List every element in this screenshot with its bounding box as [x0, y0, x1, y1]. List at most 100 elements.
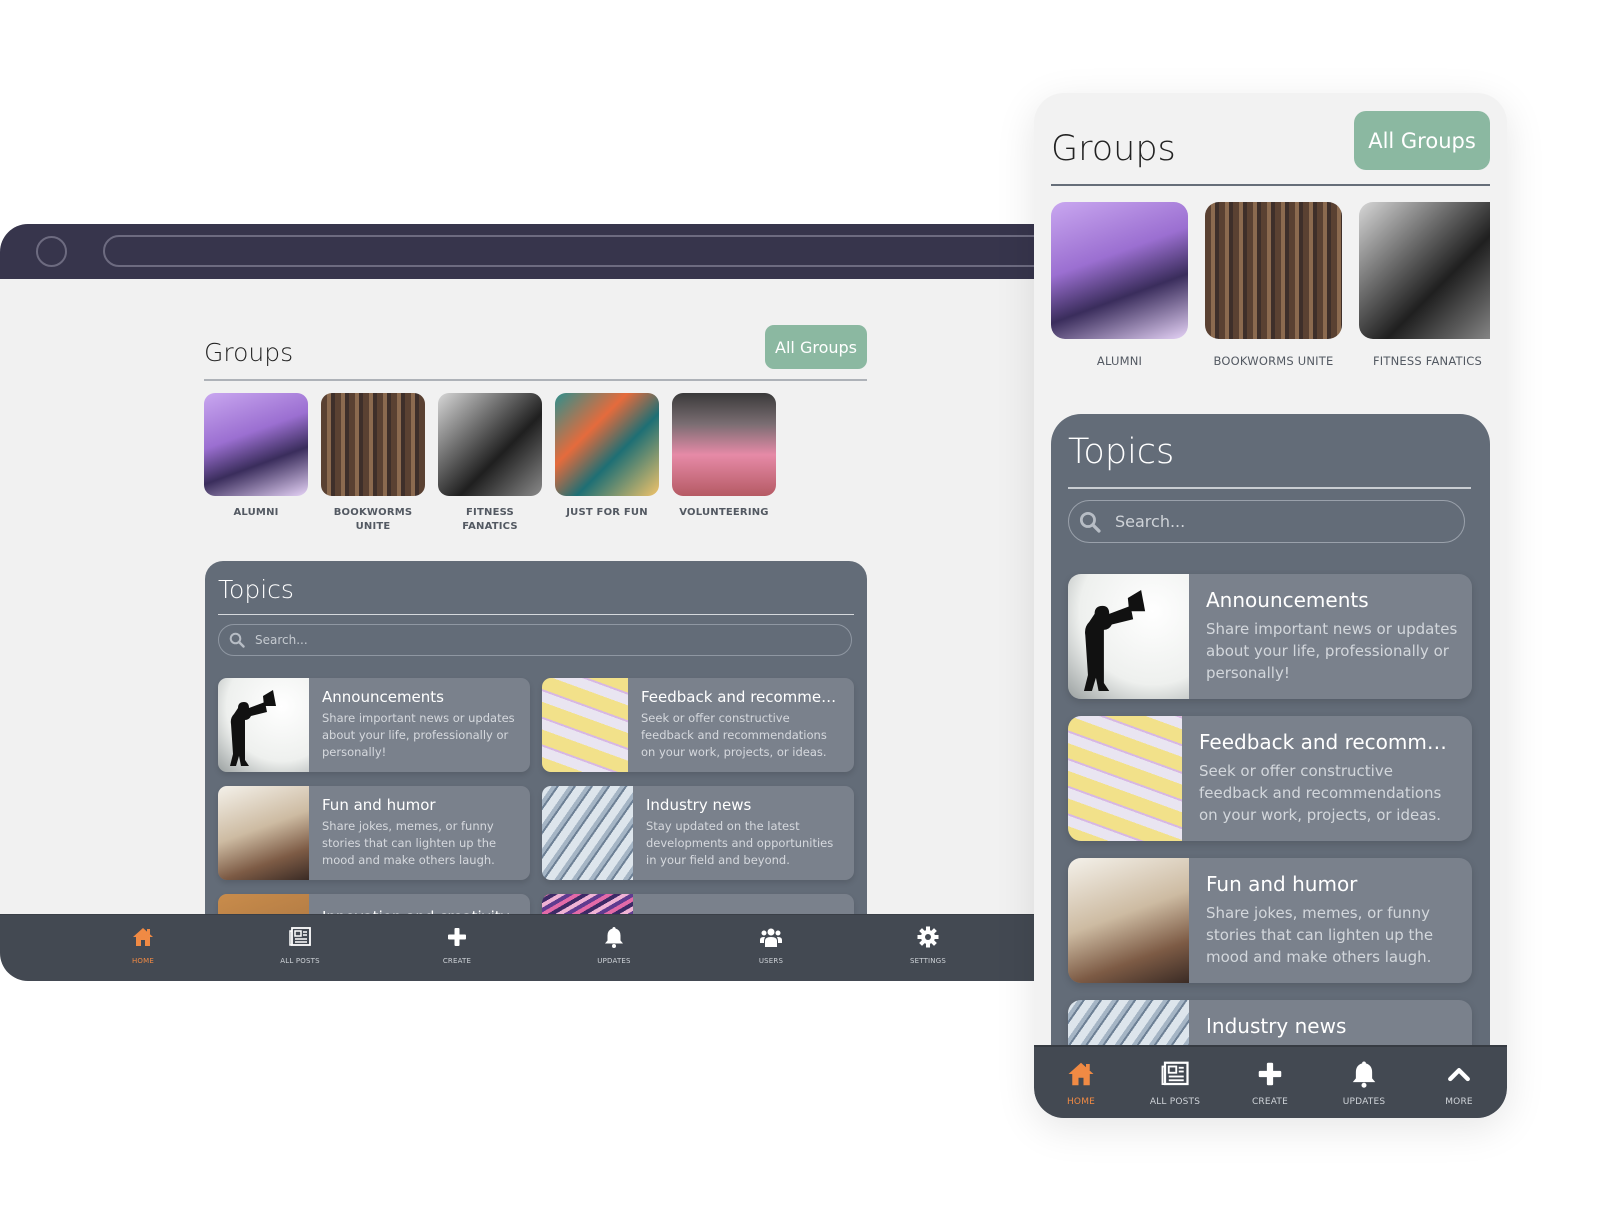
group-item-volunteering[interactable]: VOLUNTEERING — [672, 393, 776, 534]
group-image — [555, 393, 659, 496]
nav-settings[interactable]: SETTINGS — [883, 925, 973, 965]
topic-card-feedback[interactable]: Feedback and recommendations Seek or off… — [1068, 716, 1472, 841]
topic-description: Seek or offer constructive feedback and … — [641, 711, 827, 759]
topic-description: Share important news or updates about yo… — [1206, 620, 1458, 682]
topic-card-feedback[interactable]: Feedback and recommendations Seek or off… — [542, 678, 854, 772]
groups-list: ALUMNI BOOKWORMS UNITE FITNESS FANATICS — [1051, 202, 1490, 368]
group-item-alumni[interactable]: ALUMNI — [204, 393, 308, 534]
home-icon — [1068, 1062, 1094, 1086]
nav-home[interactable]: HOME — [98, 925, 188, 965]
group-label: BOOKWORMS UNITE — [1213, 354, 1334, 368]
groups-divider — [204, 379, 867, 381]
topic-image — [218, 786, 309, 880]
nav-label: HOME — [1066, 1097, 1096, 1107]
browser-button[interactable] — [36, 236, 67, 267]
topics-search-input[interactable] — [255, 633, 815, 647]
megaphone-silhouette-icon — [230, 690, 276, 766]
nav-label: CREATE — [1251, 1097, 1289, 1107]
group-label: FITNESS FANATICS — [462, 507, 518, 532]
groups-list: ALUMNI BOOKWORMS UNITE FITNESS FANATICS … — [204, 393, 776, 534]
group-item-fitness-fanatics[interactable]: FITNESS FANATICS — [1359, 202, 1490, 368]
group-label: JUST FOR FUN — [566, 507, 648, 518]
nav-users[interactable]: USERS — [726, 925, 816, 965]
topic-card-industry-news[interactable]: Industry news Stay updated on the latest… — [542, 786, 854, 880]
all-groups-button[interactable]: All Groups — [1354, 111, 1490, 170]
nav-updates[interactable]: UPDATES — [569, 925, 659, 965]
group-image — [1359, 202, 1490, 339]
groups-divider — [1051, 184, 1490, 186]
mobile-mockup: Groups All Groups ALUMNI BOOKWORMS UNITE… — [1034, 93, 1507, 1118]
topics-search[interactable] — [1068, 500, 1465, 543]
group-item-fitness-fanatics[interactable]: FITNESS FANATICS — [438, 393, 542, 534]
users-icon — [760, 928, 782, 947]
plus-icon — [448, 928, 466, 946]
search-icon — [229, 632, 245, 648]
group-label: ALUMNI — [233, 507, 279, 518]
nav-home[interactable]: HOME — [1036, 1059, 1126, 1107]
topic-image — [542, 678, 628, 772]
nav-create[interactable]: CREATE — [1225, 1059, 1315, 1107]
group-item-just-for-fun[interactable]: JUST FOR FUN — [555, 393, 659, 534]
nav-label: CREATE — [442, 957, 472, 965]
topic-image — [1068, 716, 1182, 841]
group-image — [1051, 202, 1188, 339]
topic-title: Industry news — [1206, 1014, 1347, 1038]
topic-title: Announcements — [1206, 588, 1369, 612]
topic-card-fun-and-humor[interactable]: Fun and humor Share jokes, memes, or fun… — [1068, 858, 1472, 983]
nav-all-posts[interactable]: ALL POSTS — [1130, 1059, 1220, 1107]
topic-image — [1068, 858, 1189, 983]
address-bar[interactable] — [103, 235, 1034, 267]
group-image — [672, 393, 776, 496]
desktop-browser-mockup: Groups All Groups ALUMNI BOOKWORMS UNITE… — [0, 224, 1034, 981]
topics-search[interactable] — [218, 624, 852, 656]
topic-description: Stay updated on the latest developments … — [646, 819, 834, 867]
topic-title: Fun and humor — [322, 796, 436, 814]
group-item-bookworms-unite[interactable]: BOOKWORMS UNITE — [1205, 202, 1342, 368]
topic-title: Industry news — [646, 796, 752, 814]
nav-label: HOME — [131, 957, 155, 965]
topic-card-fun-and-humor[interactable]: Fun and humor Share jokes, memes, or fun… — [218, 786, 530, 880]
topics-search-input[interactable] — [1115, 512, 1435, 531]
browser-toolbar — [0, 224, 1034, 279]
topic-title: Feedback and recommendations — [1199, 730, 1451, 754]
nav-label: ALL POSTS — [280, 957, 320, 965]
group-label: VOLUNTEERING — [679, 507, 769, 518]
topics-heading: Topics — [1068, 432, 1175, 472]
group-image — [321, 393, 425, 496]
nav-label: UPDATES — [597, 957, 631, 965]
topic-description: Share important news or updates about yo… — [322, 711, 515, 759]
nav-label: SETTINGS — [909, 957, 947, 965]
nav-label: ALL POSTS — [1149, 1097, 1201, 1107]
groups-heading: Groups — [1051, 129, 1176, 169]
nav-more[interactable]: MORE — [1414, 1059, 1504, 1107]
topic-description: Seek or offer constructive feedback and … — [1199, 762, 1442, 824]
chevron-up-icon — [1448, 1068, 1470, 1082]
group-item-alumni[interactable]: ALUMNI — [1051, 202, 1188, 368]
search-icon — [1079, 511, 1101, 533]
all-groups-button[interactable]: All Groups — [765, 325, 867, 369]
nav-label: MORE — [1445, 1097, 1473, 1107]
bell-icon — [1352, 1061, 1376, 1088]
topic-card-announcements[interactable]: Announcements Share important news or up… — [1068, 574, 1472, 699]
topic-image — [1068, 574, 1189, 699]
topic-card-announcements[interactable]: Announcements Share important news or up… — [218, 678, 530, 772]
plus-icon — [1258, 1062, 1282, 1086]
groups-heading: Groups — [204, 338, 294, 367]
topic-title: Feedback and recommendations — [641, 688, 839, 706]
newspaper-icon — [1161, 1061, 1189, 1086]
topics-heading: Topics — [218, 575, 294, 604]
group-label: BOOKWORMS UNITE — [333, 507, 413, 532]
topic-description: Share jokes, memes, or funny stories tha… — [1206, 904, 1434, 966]
topic-title: Announcements — [322, 688, 444, 706]
group-label: FITNESS FANATICS — [1372, 354, 1483, 368]
nav-label: USERS — [758, 957, 784, 965]
megaphone-silhouette-icon — [1083, 589, 1146, 692]
nav-updates[interactable]: UPDATES — [1319, 1059, 1409, 1107]
topics-panel: Topics Announcements Share important new… — [1051, 414, 1490, 1118]
group-item-bookworms-unite[interactable]: BOOKWORMS UNITE — [321, 393, 425, 534]
topics-panel: Topics Announcements Share important new… — [205, 561, 867, 981]
topics-list: Announcements Share important news or up… — [1068, 574, 1472, 1118]
nav-create[interactable]: CREATE — [412, 925, 502, 965]
topics-divider — [218, 614, 854, 615]
nav-all-posts[interactable]: ALL POSTS — [255, 925, 345, 965]
